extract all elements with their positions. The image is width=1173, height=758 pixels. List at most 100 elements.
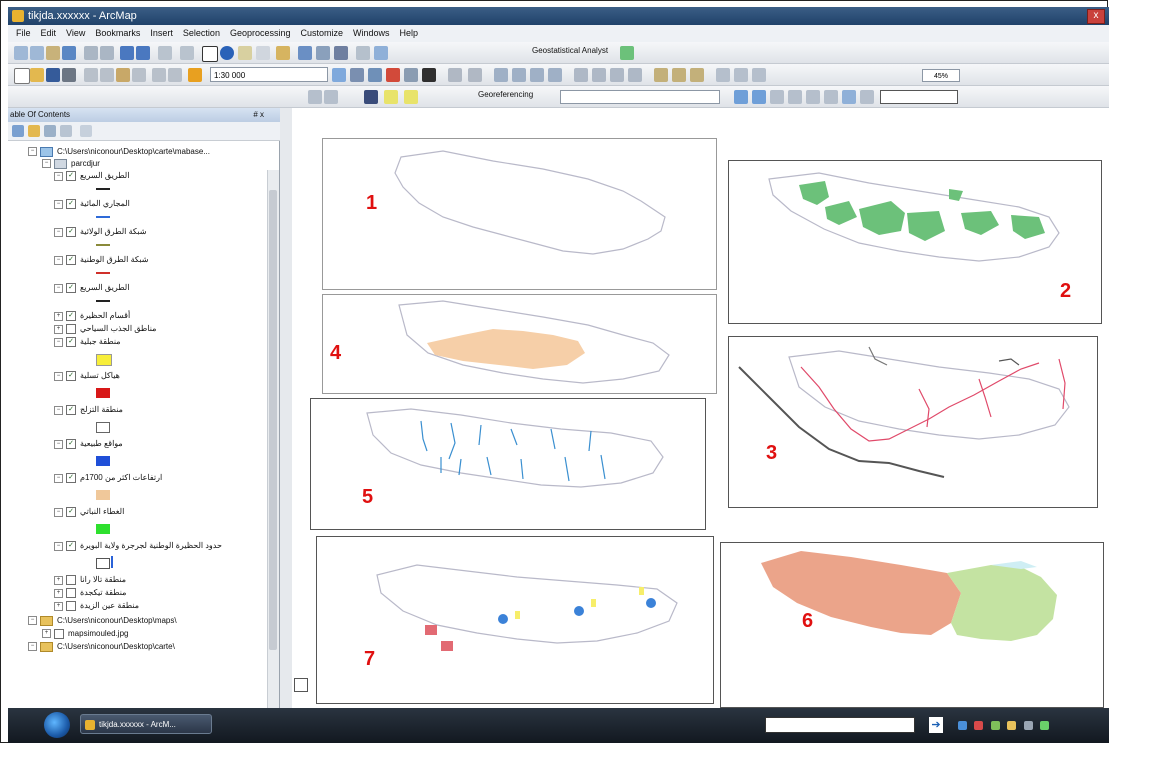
toc-data-frame[interactable]: − C:\Users\niconour\Desktop\carte\ <box>28 641 175 653</box>
tray-icon[interactable] <box>1007 721 1017 730</box>
expand-icon[interactable]: − <box>54 171 63 181</box>
expand-icon[interactable]: + <box>54 575 63 585</box>
geostatistical-analyst-menu[interactable]: Geostatistical Analyst <box>532 46 608 55</box>
georef-tool-1-icon[interactable] <box>494 68 508 82</box>
identify-icon[interactable] <box>220 46 234 60</box>
layer-checkbox[interactable]: ✓ <box>66 311 76 321</box>
toc-layer[interactable]: + ✓ أقسام الحظيرة <box>54 310 130 322</box>
fill-color-icon[interactable] <box>384 90 398 104</box>
viewer-icon[interactable] <box>842 90 856 104</box>
spatial-tool-2-icon[interactable] <box>592 68 606 82</box>
layer-checkbox[interactable]: ✓ <box>66 473 76 483</box>
find-icon[interactable] <box>298 46 312 60</box>
layer-checkbox[interactable]: ✓ <box>66 199 76 209</box>
georef-table-icon[interactable] <box>752 90 766 104</box>
window-close-button[interactable]: x <box>1087 9 1105 24</box>
expand-icon[interactable]: − <box>28 642 37 652</box>
menu-file[interactable]: File <box>16 25 31 42</box>
toc-layer[interactable]: − ✓ حدود الحظيرة الوطنية لجرجرة ولاية البو… <box>54 540 222 552</box>
redo-icon[interactable] <box>168 68 182 82</box>
toc-layer[interactable]: − ✓ شبكة الطرق الوطنية <box>54 254 148 266</box>
menu-insert[interactable]: Insert <box>150 25 173 42</box>
full-extent-icon[interactable] <box>62 46 76 60</box>
pan-icon[interactable] <box>46 46 60 60</box>
tray-icon[interactable] <box>1023 721 1033 730</box>
expand-icon[interactable]: − <box>54 507 63 517</box>
draw-tool-2-icon[interactable] <box>734 68 748 82</box>
toc-data-frame[interactable]: − C:\Users\niconour\Desktop\maps\ <box>28 615 177 627</box>
rotate-icon[interactable] <box>770 90 784 104</box>
back-icon[interactable] <box>120 46 134 60</box>
expand-icon[interactable]: + <box>54 601 63 611</box>
layer-checkbox[interactable]: ✓ <box>66 507 76 517</box>
magnifier-icon[interactable] <box>860 90 874 104</box>
print-icon[interactable] <box>62 68 76 82</box>
layer-checkbox[interactable]: ✓ <box>66 337 76 347</box>
undo-icon[interactable] <box>152 68 166 82</box>
expand-icon[interactable]: − <box>28 147 37 157</box>
layer-checkbox[interactable] <box>66 588 76 598</box>
forward-icon[interactable] <box>136 46 150 60</box>
viewer-window-icon[interactable] <box>374 46 388 60</box>
layer-checkbox[interactable]: ✓ <box>66 541 76 551</box>
layer-checkbox[interactable]: ✓ <box>66 283 76 293</box>
expand-icon[interactable]: − <box>54 283 63 293</box>
expand-icon[interactable]: − <box>28 616 37 626</box>
toc-layer[interactable]: + منطقة عين الزيدة <box>54 600 139 612</box>
layer-checkbox[interactable]: ✓ <box>66 405 76 415</box>
html-popup-icon[interactable] <box>256 46 270 60</box>
layout-tool-1-icon[interactable] <box>654 68 668 82</box>
georef-link-icon[interactable] <box>734 90 748 104</box>
fixed-zoom-out-icon[interactable] <box>100 46 114 60</box>
menu-customize[interactable]: Customize <box>301 25 344 42</box>
spatial-tool-4-icon[interactable] <box>628 68 642 82</box>
layer-checkbox[interactable]: ✓ <box>66 439 76 449</box>
taskbar-arcmap-button[interactable]: tikjda.xxxxxx - ArcM... <box>80 714 212 734</box>
toc-layer[interactable]: + مناطق الجذب السياحي <box>54 323 156 335</box>
expand-icon[interactable]: + <box>54 588 63 598</box>
select-features-icon[interactable] <box>158 46 172 60</box>
georef-tool-3-icon[interactable] <box>530 68 544 82</box>
line-color-icon[interactable] <box>404 90 418 104</box>
menu-help[interactable]: Help <box>400 25 419 42</box>
toc-layer[interactable]: − ✓ منطقة جبلية <box>54 336 121 348</box>
layout-tool-2-icon[interactable] <box>672 68 686 82</box>
layer-checkbox[interactable] <box>66 575 76 585</box>
editor-toolbar-icon[interactable] <box>332 68 346 82</box>
draw-tool-1-icon[interactable] <box>716 68 730 82</box>
goto-box-input[interactable] <box>880 90 958 104</box>
toc-layer[interactable]: − ✓ المجاري المائية <box>54 198 130 210</box>
taskbar-address-input[interactable] <box>765 717 915 733</box>
georeferencing-layer-select[interactable] <box>560 90 720 104</box>
zoom-out-icon[interactable] <box>30 46 44 60</box>
layer-checkbox[interactable]: ✓ <box>66 227 76 237</box>
expand-icon[interactable]: + <box>42 629 51 639</box>
draw-tool-3-icon[interactable] <box>752 68 766 82</box>
find-route-icon[interactable] <box>316 46 330 60</box>
table-of-contents-icon[interactable] <box>350 68 364 82</box>
toc-layer[interactable]: − ✓ الطريق السريع <box>54 170 129 182</box>
toc-layer[interactable]: − ✓ مواقع طبيعية <box>54 438 123 450</box>
layout-view[interactable]: 1 2 4 3 5 6 7 <box>280 108 1109 708</box>
model-builder-icon[interactable] <box>448 68 462 82</box>
view-link-table-icon[interactable] <box>824 90 838 104</box>
toc-layer[interactable]: − ✓ ارتفاعات اكثر من 1700م <box>54 472 162 484</box>
list-by-source-icon[interactable] <box>28 125 40 137</box>
toc-scrollbar[interactable] <box>267 170 279 710</box>
menu-bookmarks[interactable]: Bookmarks <box>95 25 140 42</box>
tray-icon[interactable] <box>990 721 1000 730</box>
toc-layer[interactable]: − ✓ الطريق السريع <box>54 282 129 294</box>
add-data-icon[interactable] <box>188 68 202 82</box>
toc-layer[interactable]: + mapsimouled.jpg <box>42 628 128 640</box>
toc-options-icon[interactable] <box>80 125 92 137</box>
go-to-xy-icon[interactable] <box>334 46 348 60</box>
georeferencing-menu[interactable]: Georeferencing <box>478 90 533 99</box>
expand-icon[interactable]: − <box>54 255 63 265</box>
expand-icon[interactable]: − <box>42 159 51 169</box>
layer-checkbox[interactable] <box>54 628 64 639</box>
expand-icon[interactable]: + <box>54 324 63 334</box>
select-elements-icon[interactable] <box>202 46 218 62</box>
scale-icon[interactable] <box>806 90 820 104</box>
toc-group-parcdjur[interactable]: − parcdjur <box>42 158 100 170</box>
copy-icon[interactable] <box>100 68 114 82</box>
